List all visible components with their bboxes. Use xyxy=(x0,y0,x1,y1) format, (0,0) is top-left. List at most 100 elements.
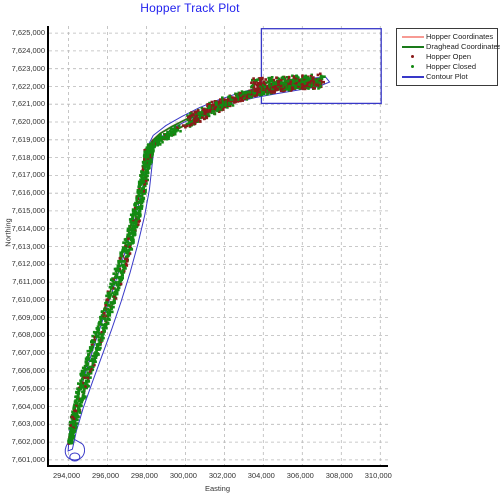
legend-line-icon xyxy=(400,42,426,52)
y-axis-tick-label: 7,607,000 xyxy=(11,348,45,358)
hopper-closed-marker xyxy=(227,101,231,105)
hopper-closed-marker xyxy=(121,269,124,272)
hopper-closed-marker xyxy=(130,228,133,231)
hopper-closed-marker xyxy=(294,74,298,78)
hopper-closed-marker xyxy=(111,305,114,309)
hopper-closed-marker xyxy=(91,334,94,338)
hopper-open-marker xyxy=(254,94,257,98)
hopper-closed-marker xyxy=(71,429,75,432)
hopper-closed-marker xyxy=(274,81,277,84)
hopper-closed-marker xyxy=(94,333,97,337)
y-axis-tick-label: 7,625,000 xyxy=(11,28,45,38)
hopper-closed-marker xyxy=(75,395,78,398)
hopper-closed-marker xyxy=(307,87,310,90)
legend-key-swatch xyxy=(411,55,414,58)
legend-line-icon xyxy=(400,32,426,42)
hopper-closed-marker xyxy=(280,76,284,80)
legend-item[interactable]: Hopper Closed xyxy=(400,62,494,72)
hopper-open-marker xyxy=(189,114,193,118)
hopper-open-marker xyxy=(187,115,190,119)
hopper-closed-marker xyxy=(95,335,98,339)
hopper-closed-marker xyxy=(142,197,146,200)
hopper-closed-marker xyxy=(97,327,100,330)
grid-lines xyxy=(49,26,388,465)
hopper-closed-marker xyxy=(143,161,146,165)
hopper-closed-marker xyxy=(139,198,142,202)
hopper-closed-marker xyxy=(270,80,274,83)
y-axis-tick-label: 7,624,000 xyxy=(11,45,45,55)
legend-item-label: Hopper Closed xyxy=(426,62,477,71)
legend-item[interactable]: Hopper Coordinates xyxy=(400,32,494,42)
hopper-open-marker xyxy=(106,298,110,302)
hopper-closed-marker xyxy=(114,274,118,278)
hopper-open-marker xyxy=(69,424,72,427)
hopper-open-marker xyxy=(245,95,249,99)
hopper-closed-marker xyxy=(147,153,150,157)
hopper-open-marker xyxy=(277,83,280,87)
hopper-open-marker xyxy=(253,87,257,91)
hopper-closed-marker xyxy=(151,148,155,152)
hopper-closed-marker xyxy=(128,218,132,221)
hopper-closed-marker xyxy=(250,84,254,88)
hopper-open-marker xyxy=(301,86,304,89)
plot-svg xyxy=(49,26,388,465)
hopper-closed-marker xyxy=(302,80,306,84)
hopper-closed-marker xyxy=(315,80,318,83)
legend-item-label: Hopper Open xyxy=(426,52,472,61)
hopper-closed-marker xyxy=(70,440,74,443)
hopper-open-marker xyxy=(303,84,307,88)
hopper-closed-marker xyxy=(123,249,126,253)
hopper-closed-marker xyxy=(104,319,107,322)
hopper-closed-marker xyxy=(266,92,269,96)
y-axis-tick-label: 7,623,000 xyxy=(11,63,45,73)
hopper-open-marker xyxy=(212,103,215,107)
hopper-closed-marker xyxy=(89,376,92,379)
legend-item[interactable]: Draghead Coordinates xyxy=(400,42,500,52)
hopper-open-marker xyxy=(125,260,129,263)
y-axis-tick-label: 7,621,000 xyxy=(11,99,45,109)
hopper-open-marker xyxy=(258,82,261,85)
hopper-open-marker xyxy=(127,237,130,241)
y-axis-tick-label: 7,616,000 xyxy=(11,188,45,198)
hopper-closed-marker xyxy=(158,138,162,141)
hopper-closed-marker xyxy=(107,317,110,321)
hopper-closed-marker xyxy=(136,190,139,194)
hopper-closed-marker xyxy=(97,353,100,356)
hopper-closed-marker xyxy=(100,310,104,314)
hopper-closed-marker xyxy=(80,374,83,377)
hopper-closed-marker xyxy=(146,174,149,178)
hopper-closed-marker xyxy=(78,408,81,411)
hopper-open-marker xyxy=(208,109,211,113)
hopper-closed-marker xyxy=(268,81,271,85)
legend-item[interactable]: Contour Plot xyxy=(400,72,494,82)
hopper-open-marker xyxy=(316,73,320,77)
hopper-closed-marker xyxy=(304,75,307,79)
hopper-closed-marker xyxy=(131,217,134,221)
hopper-closed-marker xyxy=(319,76,323,80)
hopper-open-marker xyxy=(250,81,253,85)
hopper-open-marker xyxy=(264,78,267,81)
hopper-open-marker xyxy=(118,257,122,260)
y-axis-tick-label: 7,602,000 xyxy=(11,437,45,447)
hopper-closed-marker xyxy=(284,82,288,86)
x-axis-tick-label: 310,000 xyxy=(364,471,392,480)
hopper-open-marker xyxy=(287,75,291,79)
hopper-closed-marker xyxy=(101,333,104,336)
hopper-closed-marker xyxy=(99,315,102,319)
legend-item[interactable]: Hopper Open xyxy=(400,52,494,62)
hopper-closed-marker xyxy=(161,140,164,144)
hopper-closed-marker xyxy=(138,212,142,216)
y-axis-tick-label: 7,610,000 xyxy=(11,294,45,304)
y-axis-tick-label: 7,617,000 xyxy=(11,170,45,180)
hopper-open-marker xyxy=(275,76,278,79)
hopper-closed-marker xyxy=(79,404,83,407)
hopper-closed-marker xyxy=(69,431,73,435)
y-axis-tick-label: 7,605,000 xyxy=(11,383,45,393)
hopper-open-marker xyxy=(279,84,283,88)
hopper-open-marker xyxy=(185,124,189,128)
legend-item-label: Hopper Coordinates xyxy=(426,32,494,41)
hopper-closed-marker xyxy=(137,185,141,188)
y-axis-tick-label: 7,604,000 xyxy=(11,401,45,411)
hopper-closed-marker xyxy=(128,224,131,228)
hopper-closed-marker xyxy=(244,91,248,95)
